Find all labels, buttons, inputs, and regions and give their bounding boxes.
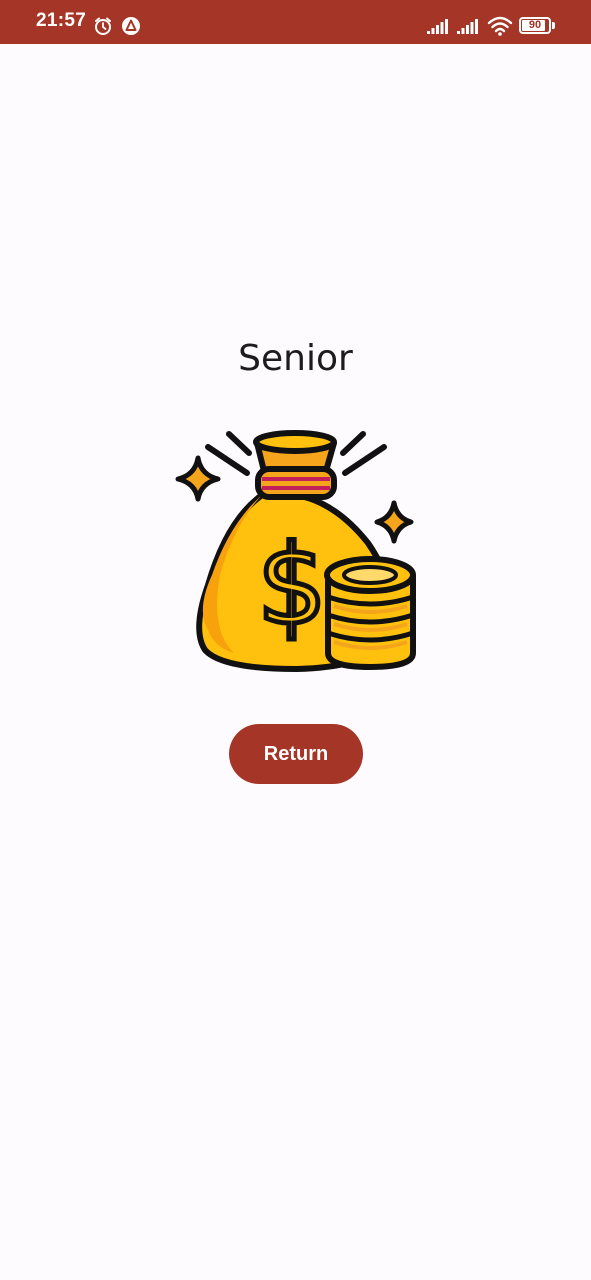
app-notification-icon [122,17,140,35]
return-button[interactable]: Return [229,724,363,784]
signal-icon [457,19,478,34]
page-title: Senior [238,338,353,379]
battery-level: 90 [528,19,542,31]
money-bag-with-coins-icon: $ [175,430,416,672]
alarm-icon [95,17,111,35]
battery-tip [552,22,555,29]
status-time: 21:57 [36,10,87,31]
status-bar: 21:57 90 [0,0,591,44]
dollar-sign: $ [257,521,327,649]
wifi-icon [487,16,513,36]
battery-icon: 90 [519,17,551,34]
signal-icon [427,19,448,34]
